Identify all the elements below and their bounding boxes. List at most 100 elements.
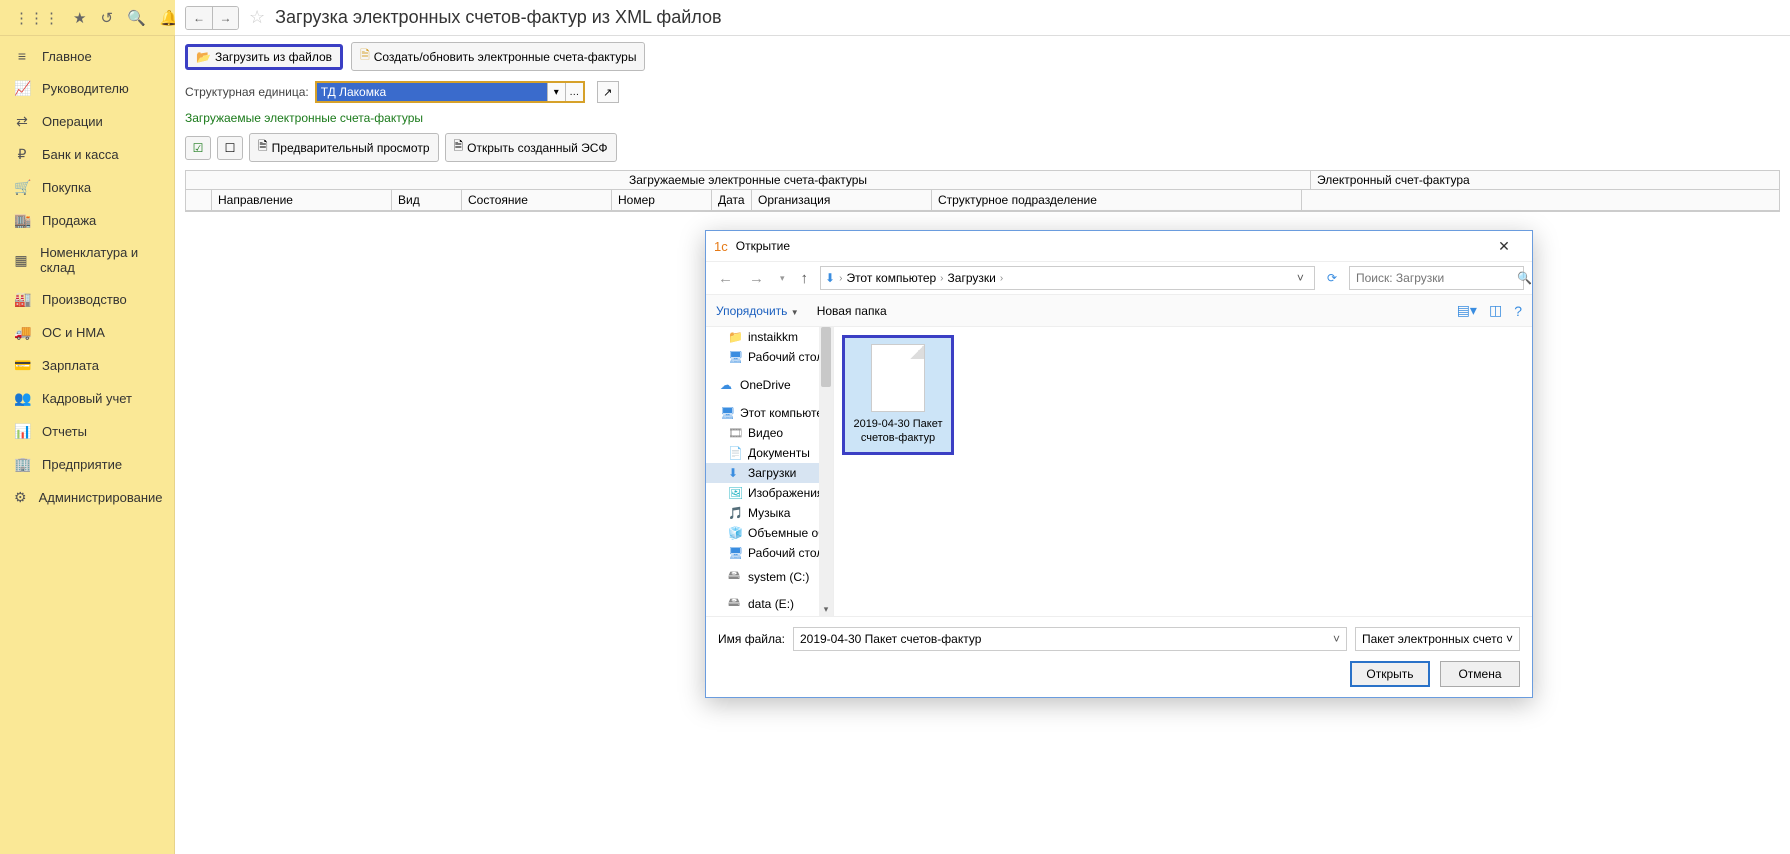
breadcrumb-folder[interactable]: Загрузки [948,271,996,285]
filename-input[interactable] [800,632,1333,646]
sidebar-item-sale[interactable]: 🏬Продажа [0,204,174,237]
organize-menu[interactable]: Упорядочить ▼ [716,304,799,318]
tree-item[interactable]: 🖴data (E:) [706,590,833,616]
filename-field[interactable]: ˅ [793,627,1347,651]
tree-item[interactable]: 🧊Объемные объ [706,523,833,543]
file-list[interactable]: 2019-04-30 Пакет счетов-фактур [834,327,1532,616]
file-item-selected[interactable]: 2019-04-30 Пакет счетов-фактур [842,335,954,455]
tree-item-downloads[interactable]: ⬇Загрузки [706,463,833,483]
preview-button[interactable]: 🗎Предварительный просмотр [249,133,439,162]
dialog-titlebar: 1c Открытие ✕ [706,231,1532,261]
new-folder-button[interactable]: Новая папка [817,304,887,318]
col-date[interactable]: Дата [712,190,752,211]
apps-icon[interactable]: ⋮⋮⋮ [14,9,59,27]
struct-unit-more[interactable]: … [565,83,583,101]
swap-icon: ⇄ [14,113,30,130]
back-button[interactable]: ← [186,7,212,29]
search-icon[interactable]: 🔍 [127,9,146,27]
col-direction[interactable]: Направление [212,190,392,211]
path-dropdown-icon[interactable]: ˅ [1291,271,1310,285]
preview-pane-icon[interactable]: ◫ [1489,302,1502,319]
col-dept[interactable]: Структурное подразделение [932,190,1302,211]
scrollbar-thumb[interactable] [821,327,831,387]
view-mode-icon[interactable]: ▤▾ [1457,302,1477,319]
up-icon[interactable]: ↑ [797,270,813,287]
pictures-icon: 🖼 [728,486,742,500]
sidebar-item-assets[interactable]: 🚚ОС и НМА [0,316,174,349]
sidebar-item-main[interactable]: ≡Главное [0,40,174,72]
file-open-dialog: 1c Открытие ✕ ← → ▾ ↑ ⬇ › Этот компьютер… [705,230,1533,698]
check-all-button[interactable]: ☑ [185,136,211,160]
open-button[interactable]: Открыть [1350,661,1430,687]
cancel-button[interactable]: Отмена [1440,661,1520,687]
history-icon[interactable]: ↺ [100,9,113,27]
tree-scrollbar[interactable]: ▾ [819,327,833,616]
chart-icon: 📈 [14,80,30,97]
tree-item[interactable]: 🎞Видео [706,423,833,443]
star-icon[interactable]: ★ [73,9,86,27]
forward-button[interactable]: → [212,7,238,29]
tree-item-onedrive[interactable]: ☁OneDrive [706,375,833,395]
folder-open-icon: 📂 [196,50,211,64]
search-input[interactable] [1356,271,1511,285]
favorite-icon[interactable]: ☆ [249,7,265,28]
load-from-files-button[interactable]: 📂Загрузить из файлов [185,44,343,70]
recent-dd-icon[interactable]: ▾ [776,273,789,284]
search-box[interactable]: 🔍 [1349,266,1524,290]
tree-item[interactable]: 🖥Рабочий стол [706,543,833,563]
struct-unit-open[interactable]: ↗ [597,81,619,103]
sidebar-item-bank[interactable]: ₽Банк и касса [0,138,174,171]
col-org[interactable]: Организация [752,190,932,211]
tree-item[interactable]: 🖼Изображения [706,483,833,503]
sidebar-item-operations[interactable]: ⇄Операции [0,105,174,138]
tree-item[interactable]: 🖴system (C:) [706,563,833,590]
search-icon[interactable]: 🔍 [1517,271,1532,285]
col-esf[interactable] [1302,190,1780,211]
sidebar-item-production[interactable]: 🏭Производство [0,283,174,316]
open-esf-button[interactable]: 🗎Открыть созданный ЭСФ [445,133,617,162]
breadcrumb-root[interactable]: Этот компьютер [846,271,936,285]
sidebar-item-reports[interactable]: 📊Отчеты [0,415,174,448]
help-icon[interactable]: ? [1514,303,1522,319]
sidebar-item-manager[interactable]: 📈Руководителю [0,72,174,105]
sidebar-item-label: Покупка [42,180,91,195]
struct-unit-dropdown[interactable]: ▾ [547,83,565,101]
document-icon: 📄 [728,446,742,460]
close-button[interactable]: ✕ [1484,232,1524,260]
uncheck-all-button[interactable]: ☐ [217,136,243,160]
video-icon: 🎞 [728,426,742,440]
struct-unit-input[interactable] [317,83,547,101]
sidebar-item-stock[interactable]: ▦Номенклатура и склад [0,237,174,283]
col-number[interactable]: Номер [612,190,712,211]
sidebar-item-purchase[interactable]: 🛒Покупка [0,171,174,204]
sidebar-item-salary[interactable]: 💳Зарплата [0,349,174,382]
tree-item[interactable]: 📁instaikkm [706,327,833,347]
tree-item[interactable]: 🖥Рабочий стол [706,347,833,367]
scroll-down-icon[interactable]: ▾ [819,602,833,616]
file-type-select[interactable]: Пакет электронных счетов-ф ˅ [1355,627,1520,651]
back-icon[interactable]: ← [714,270,737,287]
tree-item-thispc[interactable]: 🖥Этот компьютер [706,403,833,423]
sidebar-item-label: Зарплата [42,358,99,373]
col-check[interactable] [186,190,212,211]
tree-item[interactable]: 📄Документы [706,443,833,463]
sidebar-item-hr[interactable]: 👥Кадровый учет [0,382,174,415]
dialog-nav: ← → ▾ ↑ ⬇ › Этот компьютер › Загрузки › … [706,261,1532,295]
forward-icon[interactable]: → [745,270,768,287]
tree-item[interactable]: 🎵Музыка [706,503,833,523]
sidebar-item-company[interactable]: 🏢Предприятие [0,448,174,481]
filename-history-icon[interactable]: ˅ [1333,632,1340,646]
path-bar[interactable]: ⬇ › Этот компьютер › Загрузки › ˅ [820,266,1315,290]
chevron-right-icon: › [839,273,842,284]
refresh-icon[interactable]: ⟳ [1323,271,1341,285]
column-group-loaded: Загружаемые электронные счета-фактуры [186,171,1311,190]
col-kind[interactable]: Вид [392,190,462,211]
struct-unit-row: Структурная единица: ▾ … ↗ [175,77,1790,107]
create-update-button[interactable]: 🗎Создать/обновить электронные счета-факт… [351,42,645,71]
sidebar-item-label: Банк и касса [42,147,119,162]
col-state[interactable]: Состояние [462,190,612,211]
grid-icon: ▦ [14,252,28,269]
sidebar-item-admin[interactable]: ⚙Администрирование [0,481,174,514]
tree-label: Этот компьютер [740,406,830,420]
downloads-path-icon: ⬇ [825,271,835,285]
